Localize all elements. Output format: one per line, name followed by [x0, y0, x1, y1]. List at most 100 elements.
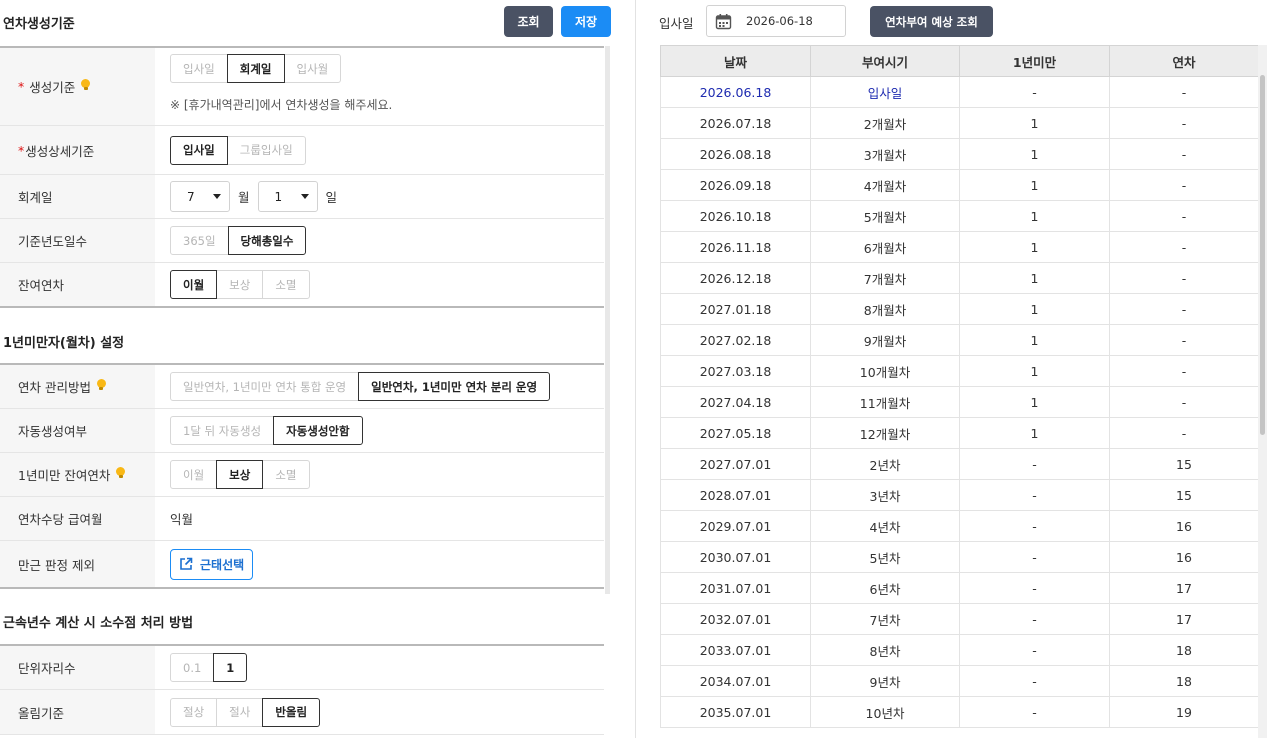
- option-1[interactable]: 1: [213, 653, 248, 682]
- column-header-date[interactable]: 날짜: [660, 45, 811, 77]
- cell-grant-time: 4개월차: [810, 169, 960, 201]
- save-button[interactable]: 저장: [561, 6, 611, 37]
- row-label: 1년미만 잔여연차: [18, 468, 111, 483]
- section-title-under-one-year: 1년미만자(월차) 설정: [3, 336, 125, 351]
- option-auto-after-month[interactable]: 1달 뒤 자동생성: [170, 416, 275, 445]
- table-row[interactable]: 2033.07.01 8년차 -18: [660, 634, 1259, 666]
- cell-grant-time: 6년차: [810, 572, 960, 604]
- table-row[interactable]: 2026.10.18 5개월차 1-: [660, 200, 1259, 232]
- table-row[interactable]: 2027.05.18 12개월차 1-: [660, 417, 1259, 449]
- option-365-days[interactable]: 365일: [170, 226, 229, 255]
- table-row[interactable]: 2029.07.01 4년차 -16: [660, 510, 1259, 542]
- option-round-half[interactable]: 반올림: [262, 697, 321, 727]
- option-fiscal-date[interactable]: 회계일: [226, 54, 285, 83]
- cell-under-one-year: -: [959, 479, 1110, 511]
- table-row[interactable]: 2027.07.01 2년차 -15: [660, 448, 1259, 480]
- option-integrated[interactable]: 일반연차, 1년미만 연차 통합 운영: [170, 372, 360, 401]
- lightbulb-icon[interactable]: [116, 467, 126, 478]
- row-remaining-leave: 잔여연차 이월 보상 소멸: [0, 263, 604, 306]
- preview-panel: 입사일 2026-06-18 연차부여 예상 조회 날짜 부여시기 1년미만 연…: [636, 0, 1267, 738]
- hire-date-picker[interactable]: 2026-06-18: [706, 5, 846, 37]
- table-row[interactable]: 2026.09.18 4개월차 1-: [660, 169, 1259, 201]
- cell-date: 2027.03.18: [660, 355, 811, 387]
- cell-under-one-year: 1: [959, 355, 1110, 387]
- attendance-select-button[interactable]: 근태선택: [170, 548, 254, 580]
- cell-annual-leave: 17: [1109, 603, 1259, 635]
- chevron-down-icon: [213, 194, 221, 199]
- left-scrollbar[interactable]: [605, 46, 610, 594]
- cell-grant-time: 2년차: [810, 448, 960, 480]
- scrollbar-thumb[interactable]: [1260, 75, 1265, 435]
- cell-annual-leave: 18: [1109, 665, 1259, 697]
- cell-under-one-year: 1: [959, 324, 1110, 356]
- search-button[interactable]: 조회: [504, 6, 553, 37]
- option-hire-date[interactable]: 입사일: [170, 135, 228, 165]
- table-row[interactable]: 2034.07.01 9년차 -18: [660, 665, 1259, 697]
- table-row[interactable]: 2026.06.18 입사일 - -: [660, 76, 1259, 108]
- cell-under-one-year: 1: [959, 417, 1110, 449]
- leave-forecast-button[interactable]: 연차부여 예상 조회: [870, 6, 993, 37]
- row-label: 생성상세기준: [25, 143, 95, 159]
- column-header-grant-time[interactable]: 부여시기: [810, 45, 960, 77]
- option-0-1[interactable]: 0.1: [170, 653, 215, 682]
- table-row[interactable]: 2027.03.18 10개월차 1-: [660, 355, 1259, 387]
- cell-annual-leave: 17: [1109, 572, 1259, 604]
- table-row[interactable]: 2027.01.18 8개월차 1-: [660, 293, 1259, 325]
- table-row[interactable]: 2031.07.01 6년차 -17: [660, 572, 1259, 604]
- table-row[interactable]: 2026.12.18 7개월차 1-: [660, 262, 1259, 294]
- table-row[interactable]: 2027.04.18 11개월차 1-: [660, 386, 1259, 418]
- table-row[interactable]: 2030.07.01 5년차 -16: [660, 541, 1259, 573]
- option-carry-over[interactable]: 이월: [170, 460, 218, 489]
- month-select[interactable]: 7: [170, 181, 230, 212]
- option-year-total-days[interactable]: 당해총일수: [227, 226, 307, 255]
- column-header-under-one-year[interactable]: 1년미만: [959, 45, 1110, 77]
- column-header-annual-leave[interactable]: 연차: [1109, 45, 1259, 77]
- cell-grant-time: 10년차: [810, 696, 960, 728]
- row-label: 만근 판정 제외: [0, 541, 155, 587]
- section-title-decimal-handling: 근속년수 계산 시 소수점 처리 방법: [3, 616, 194, 631]
- generation-basis-toggle: 입사일 회계일 입사월: [170, 54, 342, 83]
- option-round-up[interactable]: 절상: [170, 697, 218, 727]
- option-no-auto[interactable]: 자동생성안함: [273, 416, 363, 445]
- option-hire-date[interactable]: 입사일: [170, 54, 228, 83]
- lightbulb-icon[interactable]: [81, 79, 91, 90]
- option-group-hire-date[interactable]: 그룹입사일: [226, 135, 306, 165]
- option-expire[interactable]: 소멸: [262, 270, 310, 299]
- row-allowance-pay-month: 연차수당 급여월 익월: [0, 497, 604, 541]
- table-row[interactable]: 2028.07.01 3년차 -15: [660, 479, 1259, 511]
- option-separated[interactable]: 일반연차, 1년미만 연차 분리 운영: [358, 372, 551, 401]
- table-row[interactable]: 2026.11.18 6개월차 1-: [660, 231, 1259, 263]
- lightbulb-icon[interactable]: [96, 379, 106, 390]
- table-row[interactable]: 2027.02.18 9개월차 1-: [660, 324, 1259, 356]
- option-round-down[interactable]: 절사: [216, 697, 264, 727]
- table-row[interactable]: 2026.08.18 3개월차 1-: [660, 138, 1259, 170]
- right-scrollbar[interactable]: [1258, 45, 1267, 738]
- option-carry-over[interactable]: 이월: [170, 270, 218, 299]
- option-compensate[interactable]: 보상: [216, 460, 264, 489]
- cell-grant-time: 3개월차: [810, 138, 960, 170]
- generation-criteria-table: * 생성기준 입사일 회계일 입사월 ※ [휴가내역관리]에서 연차생성을 해주…: [0, 46, 604, 308]
- table-row[interactable]: 2032.07.01 7년차 -17: [660, 603, 1259, 635]
- row-label: 연차수당 급여월: [0, 497, 155, 540]
- option-hire-month[interactable]: 입사월: [283, 54, 342, 83]
- cell-annual-leave: -: [1109, 138, 1259, 170]
- day-select[interactable]: 1: [257, 181, 318, 212]
- hire-date-value: 2026-06-18: [746, 14, 813, 28]
- cell-annual-leave: 15: [1109, 448, 1259, 480]
- table-row[interactable]: 2035.07.01 10년차 -19: [660, 696, 1259, 728]
- month-unit: 월: [238, 190, 250, 205]
- cell-date: 2027.05.18: [660, 417, 811, 449]
- option-compensate[interactable]: 보상: [216, 270, 264, 299]
- detail-basis-toggle: 입사일 그룹입사일: [170, 135, 306, 165]
- option-expire[interactable]: 소멸: [262, 460, 310, 489]
- cell-date: 2026.07.18: [660, 107, 811, 139]
- calendar-icon: [715, 13, 732, 29]
- cell-grant-time: 4년차: [810, 510, 960, 542]
- cell-under-one-year: -: [959, 634, 1110, 666]
- cell-grant-time: 9년차: [810, 665, 960, 697]
- cell-annual-leave: -: [1109, 107, 1259, 139]
- table-row[interactable]: 2026.07.18 2개월차 1-: [660, 107, 1259, 139]
- cell-grant-time: 6개월차: [810, 231, 960, 263]
- under-one-year-table: 연차 관리방법 일반연차, 1년미만 연차 통합 운영 일반연차, 1년미만 연…: [0, 363, 604, 589]
- required-mark: *: [18, 142, 25, 158]
